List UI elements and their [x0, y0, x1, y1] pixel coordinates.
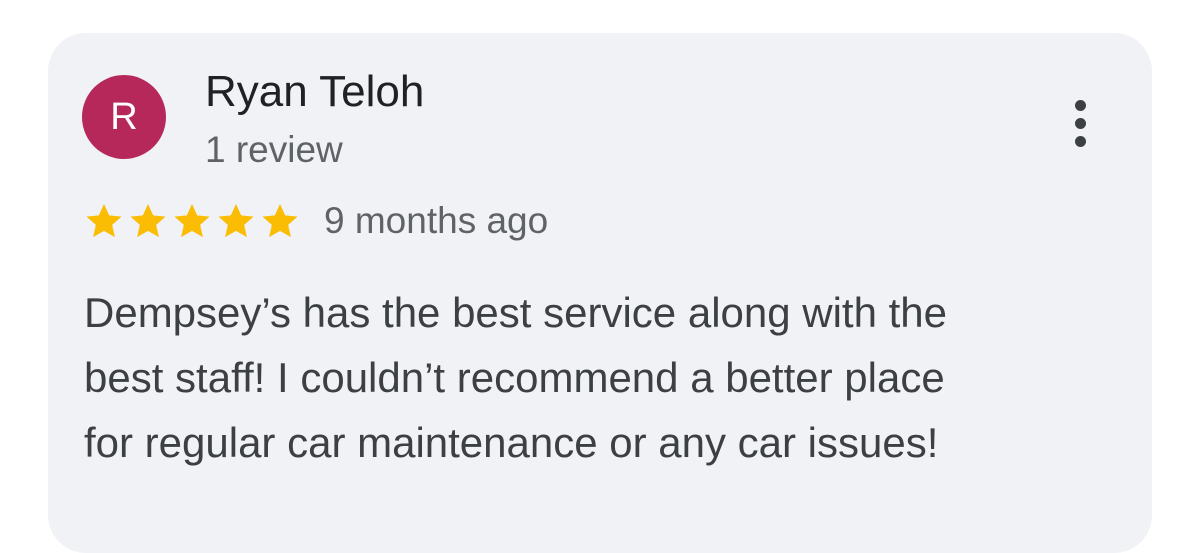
reviewer-review-count: 1 review [205, 129, 343, 170]
reviewer-name[interactable]: Ryan Teloh [205, 66, 424, 118]
review-text-line: Dempsey’s has the best service along wit… [84, 289, 948, 336]
more-vert-icon [1074, 99, 1086, 111]
review-text-line: best staff! I couldn’t recommend a bette… [84, 354, 945, 401]
review-time: 9 months ago [324, 200, 549, 241]
star-rating [84, 201, 300, 241]
more-options-button[interactable] [1062, 93, 1098, 153]
star-icon [130, 204, 166, 238]
more-vert-icon-dot [1074, 135, 1086, 147]
more-vert-icon-dot [1074, 117, 1086, 129]
star-icon [86, 204, 122, 238]
avatar[interactable]: R [82, 75, 166, 159]
avatar-initial: R [110, 96, 138, 138]
review-card: R Ryan Teloh 1 review 9 months ago Demps… [48, 33, 1152, 553]
star-icon [218, 204, 254, 238]
star-icon [262, 204, 298, 238]
review-text-line: for regular car maintenance or any car i… [84, 419, 939, 466]
star-icon [174, 204, 210, 238]
review-text: Dempsey’s has the best service along wit… [84, 280, 1124, 475]
rating-row: 9 months ago [84, 197, 548, 245]
